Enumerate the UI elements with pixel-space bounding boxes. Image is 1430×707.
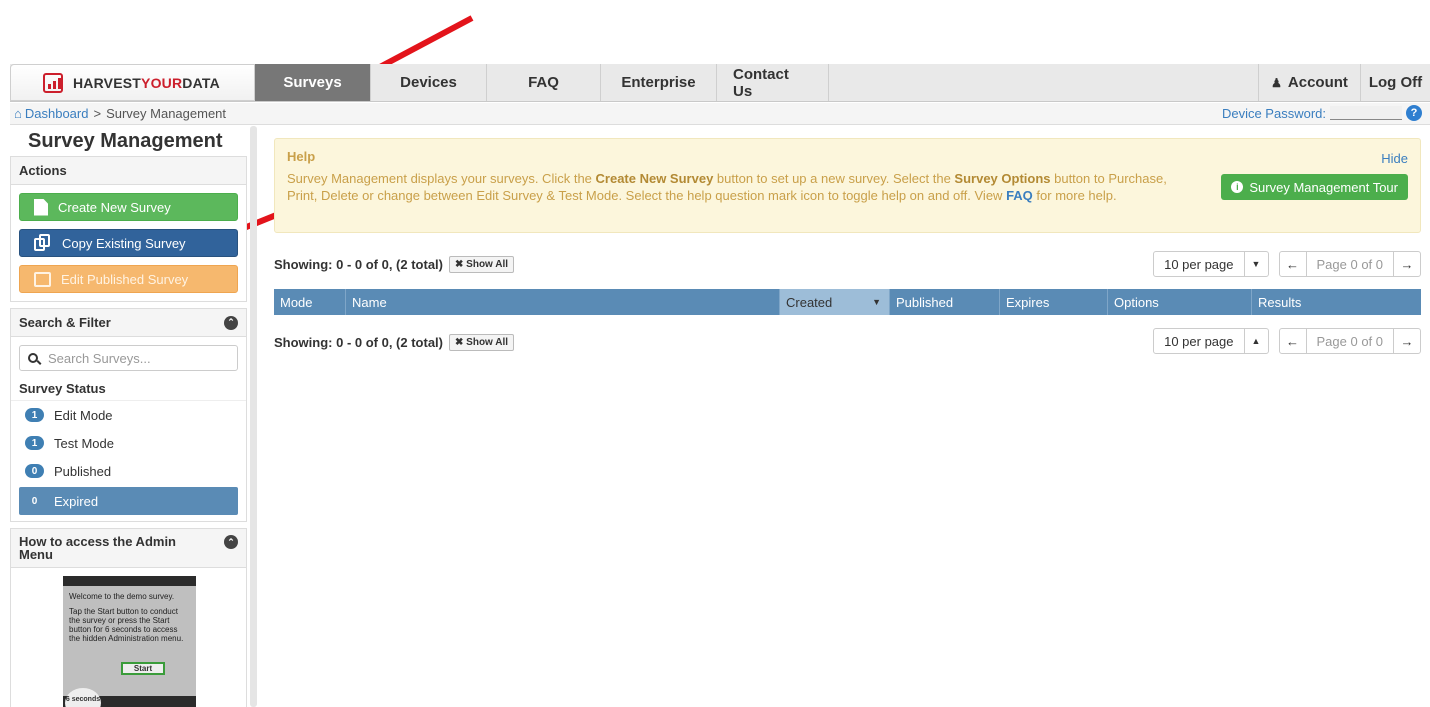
pager-bottom: 10 per page ▲ ← Page 0 of 0 →: [1153, 328, 1421, 354]
nav-tab-enterprise[interactable]: Enterprise: [601, 64, 717, 101]
survey-table-header: Mode Name Created ▼ Published Expires Opt…: [274, 289, 1421, 315]
show-all-button[interactable]: ✖ Show All: [449, 256, 515, 273]
caret-down-icon: ▼: [1243, 252, 1268, 276]
survey-status-title: Survey Status: [11, 379, 246, 401]
create-new-survey-button[interactable]: Create New Survey: [19, 193, 238, 221]
caret-up-icon: ▲: [1243, 329, 1268, 353]
breadcrumb-separator: >: [93, 106, 102, 121]
status-count-badge: 0: [31, 495, 38, 507]
copy-icon: [34, 234, 52, 252]
user-icon: ♟: [1271, 75, 1282, 90]
nav-tab-contact-us[interactable]: Contact Us: [717, 64, 829, 101]
search-filter-panel: Search & Filter ⌃ Search Surveys... Surv…: [10, 308, 247, 522]
sidebar-title: Survey Management: [28, 130, 223, 152]
search-icon: [28, 353, 38, 363]
help-title: Help: [287, 149, 316, 164]
survey-management-tour-button[interactable]: i Survey Management Tour: [1221, 174, 1408, 200]
next-page-arrow-icon[interactable]: →: [1394, 334, 1420, 349]
prev-page-arrow-icon[interactable]: ←: [1280, 334, 1306, 349]
status-published[interactable]: 0 Published: [11, 457, 246, 485]
edit-icon: [34, 271, 51, 287]
brand-name: HARVESTYOURDATA: [73, 74, 220, 91]
page-nav: ← Page 0 of 0 →: [1278, 328, 1421, 354]
page-indicator: Page 0 of 0: [1305, 252, 1394, 276]
show-all-button[interactable]: ✖ Show All: [449, 334, 515, 351]
prev-page-arrow-icon[interactable]: ←: [1280, 257, 1306, 272]
column-published[interactable]: Published: [890, 289, 1000, 315]
column-mode[interactable]: Mode: [274, 289, 346, 315]
status-test-mode[interactable]: 1 Test Mode: [11, 429, 246, 457]
status-edit-mode[interactable]: 1 Edit Mode: [11, 401, 246, 429]
breadcrumb-dashboard[interactable]: Dashboard: [25, 106, 89, 121]
per-page-select[interactable]: 10 per page ▼: [1153, 251, 1269, 277]
admin-menu-header[interactable]: How to access the Admin Menu ⌃: [11, 529, 246, 568]
column-created[interactable]: Created ▼: [780, 289, 890, 315]
showing-summary-top: Showing: 0 - 0 of 0, (2 total) ✖ Show Al…: [274, 256, 515, 273]
account-button[interactable]: ♟ Account: [1258, 64, 1360, 101]
sort-down-icon: ▼: [872, 297, 881, 307]
faq-link[interactable]: FAQ: [1006, 188, 1033, 203]
breadcrumb: ⌂ Dashboard > Survey Management Device P…: [10, 103, 1430, 125]
help-question-icon[interactable]: ?: [1406, 105, 1422, 121]
search-input[interactable]: Search Surveys...: [19, 345, 238, 371]
collapse-icon[interactable]: ⌃: [224, 315, 238, 330]
actions-title: Actions: [11, 157, 246, 185]
column-name[interactable]: Name: [346, 289, 780, 315]
nav-tab-devices[interactable]: Devices: [371, 64, 487, 101]
device-password: Device Password: ?: [1222, 105, 1422, 121]
column-results[interactable]: Results: [1252, 289, 1421, 315]
document-icon: [34, 198, 48, 216]
logoff-button[interactable]: Log Off: [1360, 64, 1430, 101]
copy-existing-survey-button[interactable]: Copy Existing Survey: [19, 229, 238, 257]
page-indicator: Page 0 of 0: [1305, 329, 1394, 353]
info-icon: i: [1231, 181, 1244, 193]
nav-tab-faq[interactable]: FAQ: [487, 64, 601, 101]
admin-demo-image: Welcome to the demo survey. Tap the Star…: [63, 576, 196, 707]
demo-start-button: Start: [121, 662, 165, 675]
hide-help-link[interactable]: Hide: [1381, 151, 1408, 166]
column-expires[interactable]: Expires: [1000, 289, 1108, 315]
device-password-field[interactable]: [1330, 106, 1402, 120]
status-count-badge: 1: [25, 408, 44, 422]
pager-top: 10 per page ▼ ← Page 0 of 0 →: [1153, 251, 1421, 277]
account-label: Account: [1287, 74, 1348, 91]
home-icon: ⌂: [14, 106, 22, 121]
search-filter-header[interactable]: Search & Filter ⌃: [11, 309, 246, 337]
actions-panel: Actions Create New Survey Copy Existing …: [10, 156, 247, 302]
next-page-arrow-icon[interactable]: →: [1394, 257, 1420, 272]
nav-tab-surveys[interactable]: Surveys: [255, 64, 371, 101]
page-nav: ← Page 0 of 0 →: [1278, 251, 1421, 277]
status-expired[interactable]: 0 Expired: [19, 487, 238, 515]
collapse-icon[interactable]: ⌃: [224, 535, 238, 549]
edit-published-survey-button[interactable]: Edit Published Survey: [19, 265, 238, 293]
column-options[interactable]: Options: [1108, 289, 1252, 315]
help-text: Survey Management displays your surveys.…: [287, 171, 1167, 203]
admin-menu-panel: How to access the Admin Menu ⌃ Welcome t…: [10, 528, 247, 707]
sidebar: Survey Management Actions Create New Sur…: [10, 126, 247, 707]
breadcrumb-current: Survey Management: [106, 106, 227, 121]
showing-summary-bottom: Showing: 0 - 0 of 0, (2 total) ✖ Show Al…: [274, 334, 515, 351]
sidebar-scrollbar[interactable]: [250, 126, 257, 707]
help-box: Help Survey Management displays your sur…: [274, 138, 1421, 233]
logo-icon: [43, 72, 63, 93]
top-nav: HARVESTYOURDATA Surveys Devices FAQ Ente…: [10, 64, 1430, 102]
status-count-badge: 1: [25, 436, 44, 450]
device-password-label: Device Password:: [1221, 105, 1326, 121]
page: HARVESTYOURDATA Surveys Devices FAQ Ente…: [0, 0, 1430, 707]
status-count-badge: 0: [25, 464, 44, 478]
per-page-select[interactable]: 10 per page ▲: [1153, 328, 1269, 354]
demo-screen: Welcome to the demo survey. Tap the Star…: [63, 586, 196, 696]
brand-logo[interactable]: HARVESTYOURDATA: [10, 64, 255, 101]
